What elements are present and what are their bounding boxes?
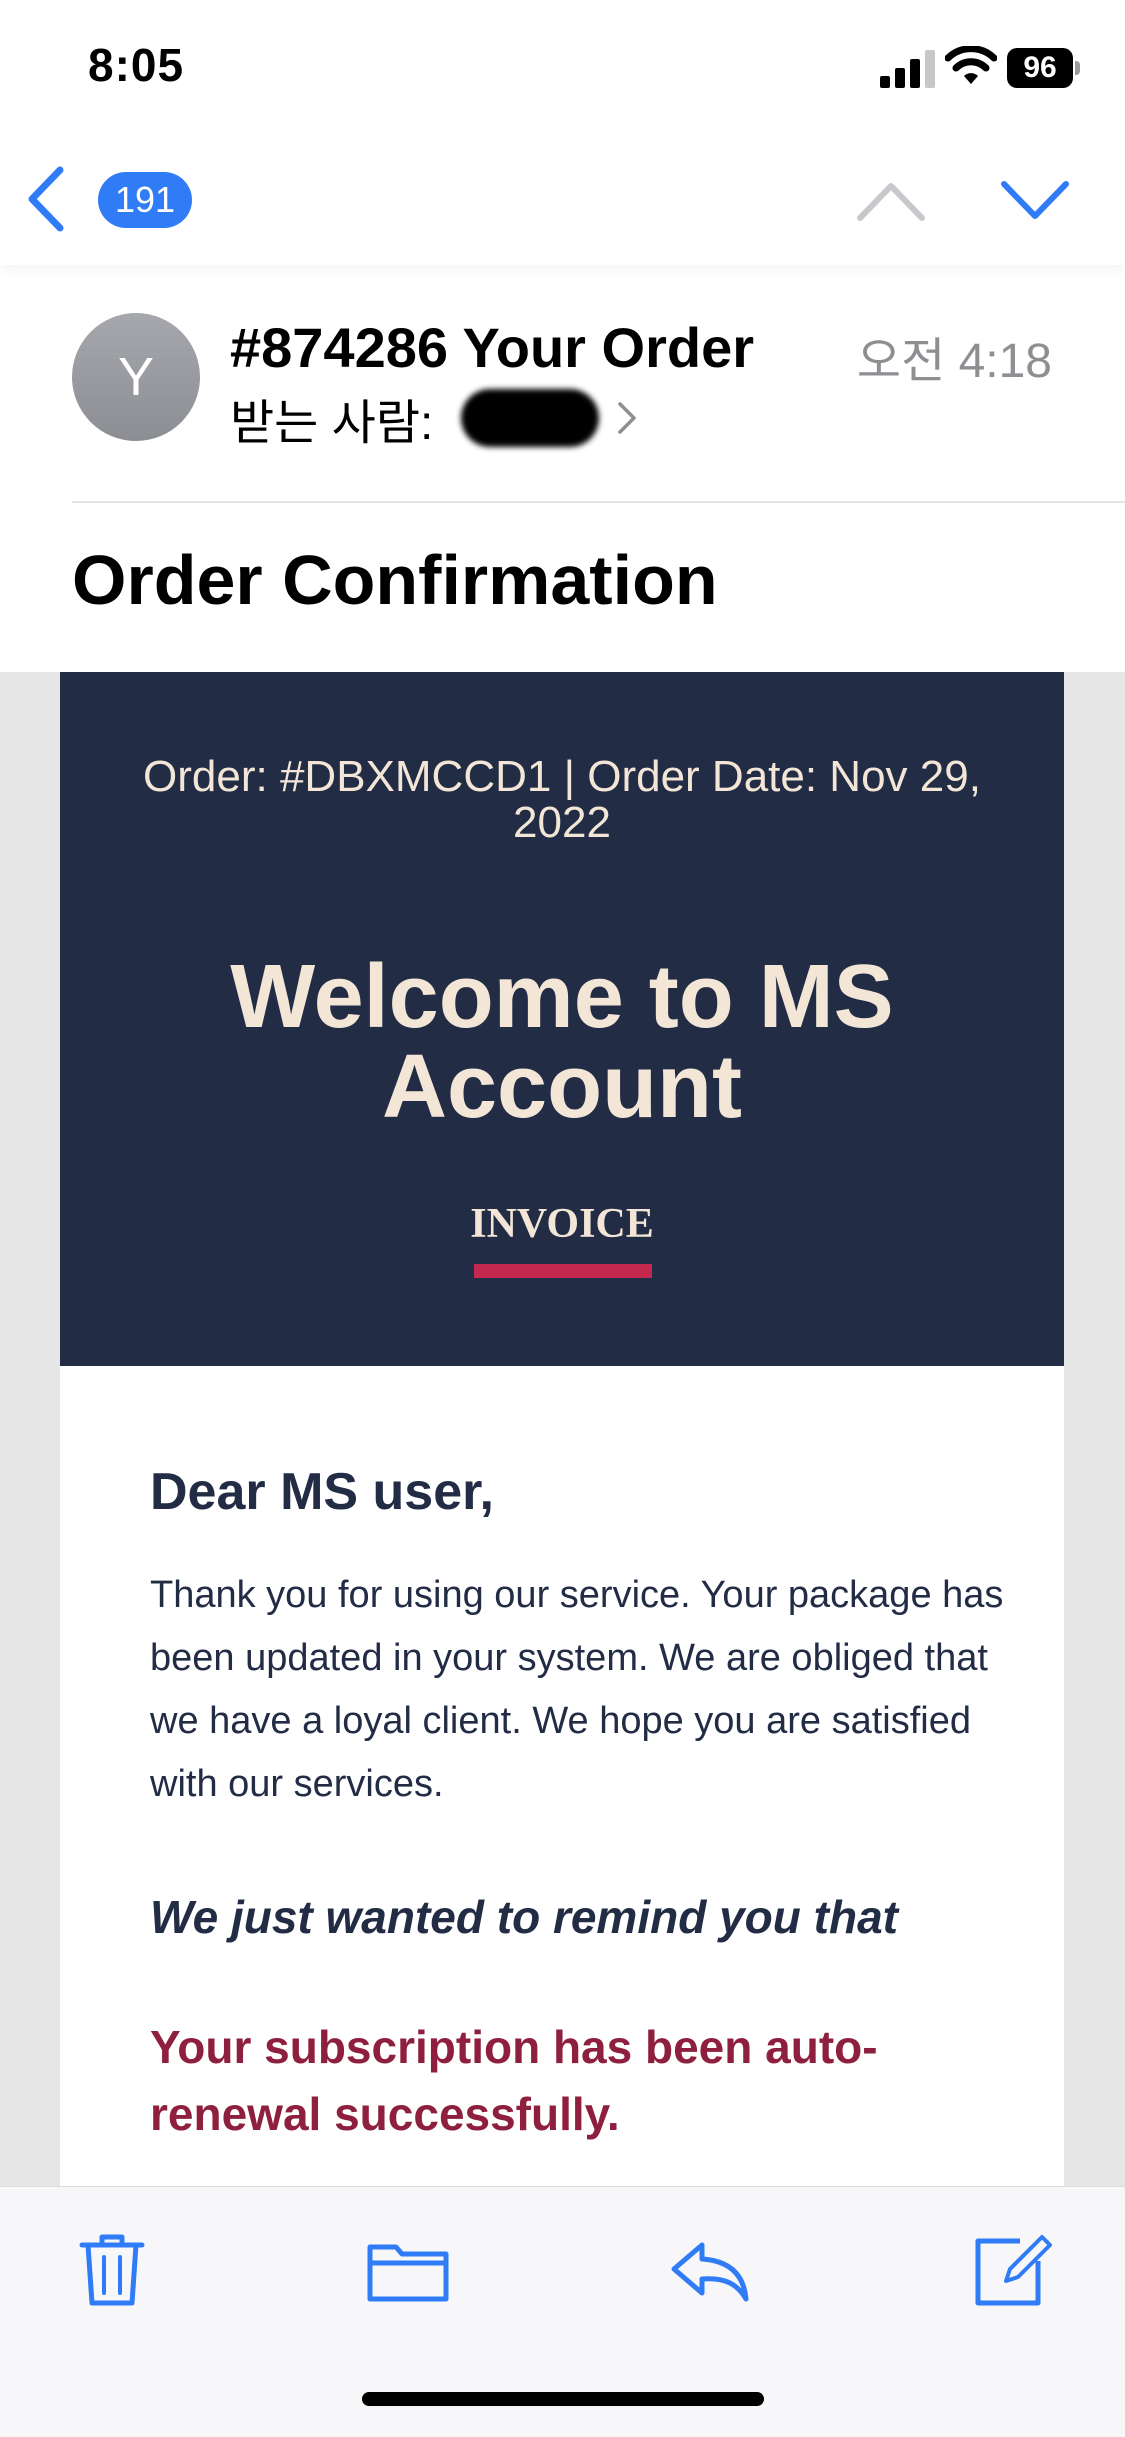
email-banner: Order: #DBXMCCD1 | Order Date: Nov 29, 2… [60, 672, 1064, 1366]
chevron-left-icon[interactable] [24, 164, 68, 234]
battery-level: 96 [1007, 48, 1073, 88]
welcome-heading: Welcome to MS Account [230, 947, 894, 1137]
recipient-row[interactable]: 받는 사람: [230, 383, 640, 453]
home-indicator [362, 2392, 764, 2406]
sender-avatar[interactable]: Y [72, 313, 200, 441]
battery-nub [1075, 61, 1080, 75]
message-subject: #874286 Your Order [230, 316, 755, 379]
order-line: Order: #DBXMCCD1 | Order Date: Nov 29, 2… [143, 752, 981, 847]
message-header: Y #874286 Your Order 오전 4:18 받는 사람: [0, 265, 1125, 503]
navigation-bar: 191 [0, 140, 1125, 265]
remind-line: We just wanted to remind you that [150, 1891, 898, 1943]
email-body-area: Order: #DBXMCCD1 | Order Date: Nov 29, 2… [0, 672, 1125, 2186]
chevron-down-icon[interactable] [1000, 176, 1070, 224]
signal-icon [880, 50, 935, 88]
invoice-label: INVOICE [470, 1201, 654, 1247]
status-time: 8:05 [88, 39, 185, 91]
status-bar: 8:05 96 [0, 0, 1125, 140]
battery-icon: 96 [1007, 48, 1081, 88]
trash-icon[interactable] [70, 2227, 154, 2311]
recipient-label: 받는 사람: [230, 397, 434, 450]
body-paragraph: Thank you for using our service. Your pa… [150, 1574, 1004, 1805]
redacted-recipient [460, 389, 599, 447]
wifi-icon [945, 46, 997, 84]
invoice-underline [474, 1264, 652, 1278]
renewal-notice: Your subscription has been auto-renewal … [150, 2021, 878, 2140]
header-divider [72, 501, 1125, 503]
email-card: Order: #DBXMCCD1 | Order Date: Nov 29, 2… [60, 672, 1064, 2186]
compose-icon[interactable] [968, 2227, 1052, 2311]
folder-icon[interactable] [366, 2227, 450, 2311]
chevron-up-icon [857, 183, 925, 221]
reply-icon[interactable] [668, 2227, 752, 2311]
chevron-right-icon [618, 402, 636, 434]
message-count-badge[interactable]: 191 [98, 172, 192, 228]
greeting: Dear MS user, [150, 1463, 494, 1521]
content-title: Order Confirmation [72, 541, 718, 619]
message-time: 오전 4:18 [856, 335, 1052, 388]
